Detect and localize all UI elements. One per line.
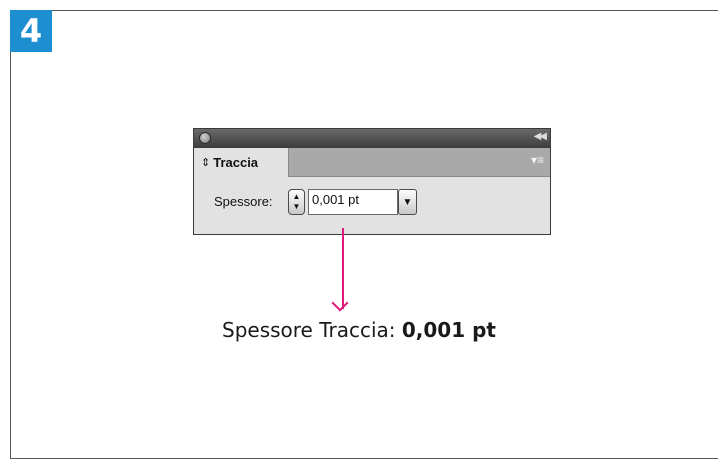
panel-menu-icon[interactable]: ▾≡ [531,153,544,167]
double-chevron-left-icon[interactable]: ◀◀ [534,131,547,142]
stroke-weight-stepper[interactable]: ▲ ▼ [288,189,305,215]
stroke-weight-label: Spessore: [214,194,273,209]
caption-prefix: Spessore Traccia: [222,318,402,342]
stroke-panel: ◀◀ ⇕ Traccia ▾≡ Spessore: ▲ ▼ 0,001 pt ▼ [193,128,551,235]
stepper-up-icon[interactable]: ▲ [293,192,301,202]
stroke-weight-dropdown[interactable]: ▼ [398,189,417,215]
up-down-arrows-icon: ⇕ [201,157,211,169]
close-icon[interactable] [199,132,211,144]
step-number: 4 [19,12,43,50]
tab-label: Traccia [213,155,259,170]
caption: Spessore Traccia: 0,001 pt [0,318,718,342]
stepper-down-icon[interactable]: ▼ [293,202,301,212]
step-number-badge: 4 [10,10,52,52]
panel-tab-bar: ⇕ Traccia ▾≡ [194,148,550,177]
chevron-down-icon: ▼ [402,196,413,208]
caption-value: 0,001 pt [401,318,496,342]
stroke-weight-input[interactable]: 0,001 pt [308,189,398,215]
panel-titlebar[interactable]: ◀◀ [194,129,550,148]
tab-traccia[interactable]: ⇕ Traccia [194,148,289,177]
panel-body: Spessore: ▲ ▼ 0,001 pt ▼ [194,177,550,234]
